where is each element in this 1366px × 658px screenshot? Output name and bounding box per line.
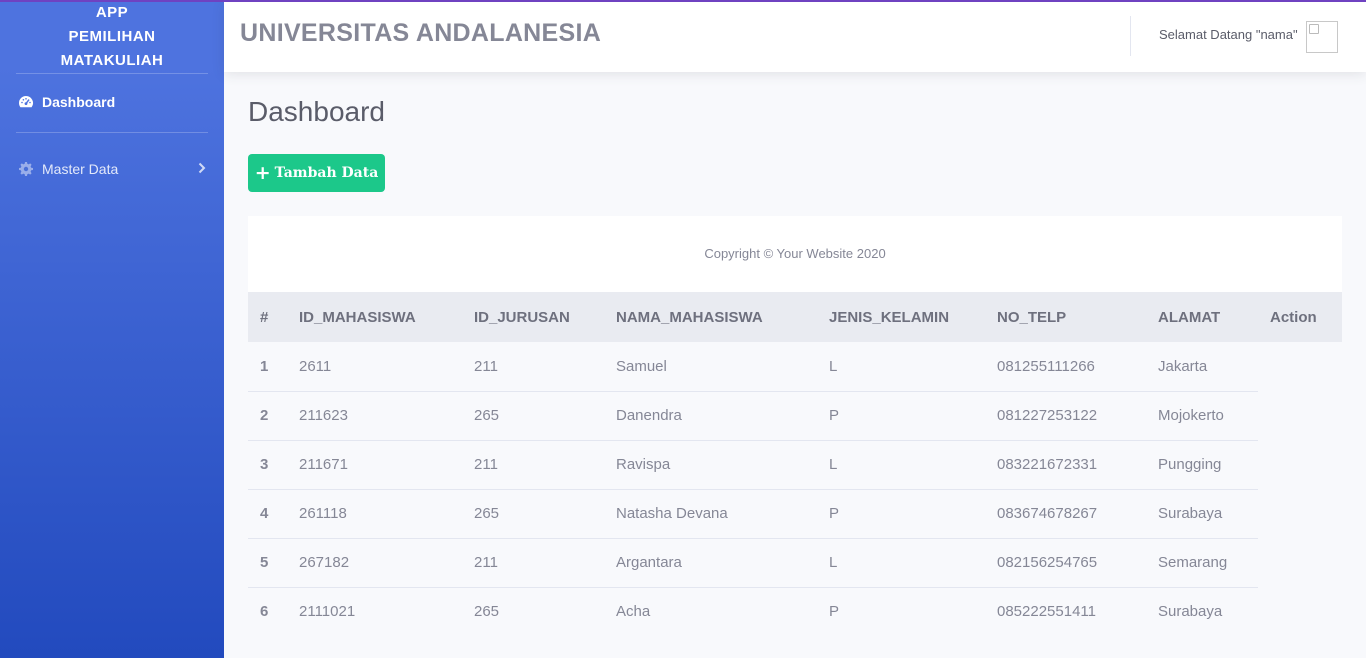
cell-id-mahasiswa: 261118 [287,489,462,539]
cell-alamat: Jakarta [1146,342,1258,392]
cell-action [1258,391,1342,440]
col-header-action: Action [1270,308,1317,326]
cell-id-mahasiswa: 2611 [287,342,462,392]
cell-id-jurusan: 211 [462,538,604,588]
avatar[interactable] [1306,21,1338,53]
cell-id-jurusan: 211 [462,342,604,392]
cell-jenis-kelamin: L [817,440,985,490]
cell-no-telp: 082156254765 [985,538,1146,588]
cell-id-mahasiswa: 2111021 [299,603,356,621]
sidebar-item-master-data[interactable]: Master Data [0,141,224,197]
brand-line-1: APP [95,4,129,21]
cell-alamat: Surabaya [1158,603,1223,621]
plus-icon: + [254,161,271,184]
cell-no-telp: 083674678267 [985,489,1146,539]
brand-line-2: PEMILIHAN [68,28,156,45]
sidebar: APP PEMILIHAN MATAKULIAH Dashboard Maste… [0,0,224,658]
col-header-jenis-kelamin: JENIS_KELAMIN [829,308,950,326]
cell-number: 3 [248,440,287,490]
cell-id-jurusan: 265 [462,489,604,539]
col-header-nama-mahasiswa: NAMA_MAHASISWA [616,308,763,326]
cell-id-mahasiswa: 211671 [287,440,462,490]
table-row: 1 2611 211 Samuel L 081255111266 Jakarta [248,342,1342,392]
cell-id-mahasiswa: 211623 [287,391,462,441]
cell-no-telp: 085222551411 [997,603,1096,621]
col-header-id-jurusan: ID_JURUSAN [474,308,570,326]
add-data-button[interactable]: + Tambah Data [248,154,385,192]
topbar-divider [1130,16,1131,56]
table-row: 2 211623 265 Danendra P 081227253122 Moj… [248,391,1342,441]
cell-action [1258,538,1342,587]
cell-no-telp: 081227253122 [985,391,1146,441]
cell-id-jurusan: 265 [474,603,500,621]
cell-nama-mahasiswa: Samuel [604,342,817,392]
cell-number: 4 [248,489,287,539]
site-title: UNIVERSITAS ANDALANESIA [240,19,602,47]
cell-action [1258,489,1342,538]
cell-nama-mahasiswa: Argantara [604,538,817,588]
chevron-right-icon [198,161,206,177]
add-data-label: Tambah Data [274,165,379,181]
brand-line-3: MATAKULIAH [60,52,164,69]
students-table: # ID_MAHASISWA ID_JURUSAN NAMA_MAHASISWA… [248,292,1342,636]
cell-alamat: Surabaya [1146,489,1258,539]
col-header-alamat: ALAMAT [1158,308,1221,326]
cell-id-jurusan: 265 [462,391,604,441]
cell-nama-mahasiswa: Natasha Devana [604,489,817,539]
table-row: 4 261118 265 Natasha Devana P 0836746782… [248,489,1342,539]
col-header-number: # [260,308,269,326]
cell-jenis-kelamin: L [817,342,985,392]
sidebar-item-label: Dashboard [42,94,116,110]
page-title: Dashboard [248,96,385,127]
col-header-no-telp: NO_TELP [997,308,1067,326]
broken-image-icon [1309,24,1319,34]
cell-jenis-kelamin: P [817,391,985,441]
cell-id-jurusan: 211 [462,440,604,490]
cell-alamat: Pungging [1146,440,1258,490]
table-row: 6 2111021 265 Acha P 085222551411 Suraba… [248,587,1342,636]
tachometer-icon [18,94,34,110]
cell-number: 1 [248,342,287,392]
cog-icon [18,161,34,177]
cell-jenis-kelamin: P [817,489,985,539]
sidebar-item-dashboard[interactable]: Dashboard [0,74,224,130]
cell-alamat: Mojokerto [1146,391,1258,441]
cell-number: 5 [248,538,287,588]
cell-number: 6 [260,603,269,621]
welcome-text[interactable]: Selamat Datang "nama" [1159,27,1298,42]
table-row: 3 211671 211 Ravispa L 083221672331 Pung… [248,440,1342,490]
sidebar-item-label: Master Data [42,161,119,177]
topbar: UNIVERSITAS ANDALANESIA Selamat Datang "… [224,2,1366,72]
table-header-row: # ID_MAHASISWA ID_JURUSAN NAMA_MAHASISWA… [248,292,1342,342]
cell-nama-mahasiswa: Ravispa [604,440,817,490]
cell-action [1258,342,1342,391]
top-accent-line [0,0,1366,2]
cell-nama-mahasiswa: Danendra [604,391,817,441]
cell-jenis-kelamin: L [817,538,985,588]
cell-action [1258,440,1342,489]
cell-no-telp: 081255111266 [985,342,1146,392]
table-row: 5 267182 211 Argantara L 082156254765 Se… [248,538,1342,588]
sidebar-divider [16,132,208,133]
col-header-id-mahasiswa: ID_MAHASISWA [299,308,416,326]
cell-jenis-kelamin: P [829,603,840,621]
cell-id-mahasiswa: 267182 [287,538,462,588]
cell-nama-mahasiswa: Acha [616,603,651,621]
cell-alamat: Semarang [1146,538,1258,588]
cell-number: 2 [248,391,287,441]
copyright-text: Copyright © Your Website 2020 [704,246,886,261]
cell-no-telp: 083221672331 [985,440,1146,490]
sidebar-brand[interactable]: APP PEMILIHAN MATAKULIAH [0,0,224,73]
cell-action [1258,587,1342,636]
footer-card: Copyright © Your Website 2020 [248,216,1342,292]
